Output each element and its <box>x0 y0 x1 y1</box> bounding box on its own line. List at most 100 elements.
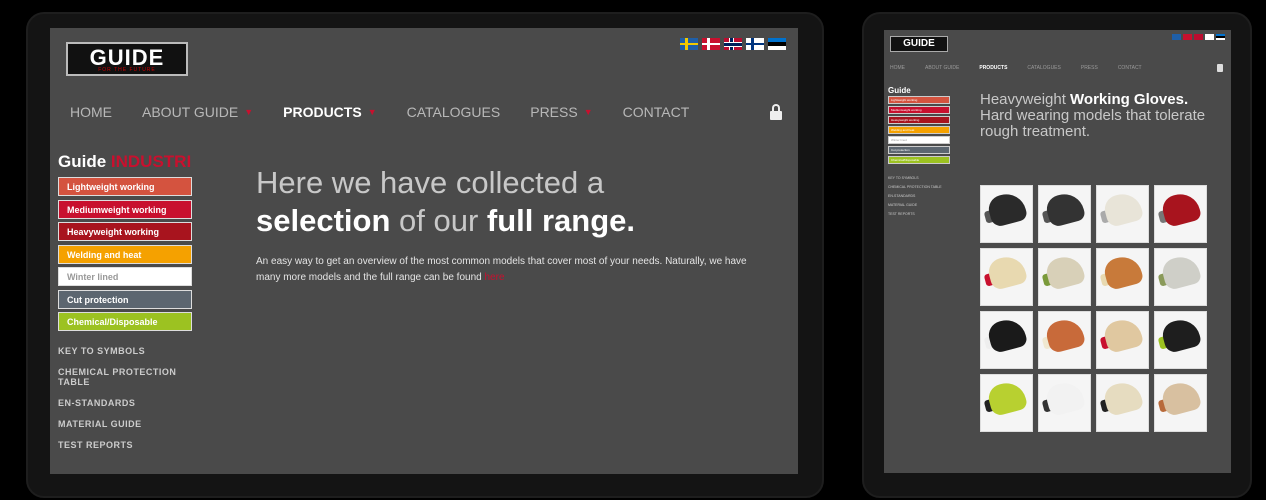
category-item[interactable]: Welding and heat <box>58 244 192 264</box>
language-flags <box>680 38 786 50</box>
glove-image <box>1101 315 1145 355</box>
glove-product-card[interactable] <box>1154 185 1207 243</box>
glove-image <box>1101 189 1145 229</box>
guide-logo[interactable]: GUIDE FOR THE FUTURE <box>66 42 188 76</box>
glove-product-card[interactable] <box>980 374 1033 432</box>
norway-flag-icon[interactable] <box>724 38 742 50</box>
glove-product-card[interactable] <box>1154 374 1207 432</box>
nav-about-guide[interactable]: ABOUT GUIDE ▼ <box>142 104 253 120</box>
glove-product-card[interactable] <box>1038 185 1091 243</box>
lock-icon[interactable] <box>770 104 782 120</box>
glove-image <box>985 189 1029 229</box>
glove-product-card[interactable] <box>1038 374 1091 432</box>
sidebar-link-small[interactable]: MATERIAL GUIDE <box>888 203 950 207</box>
estonia-flag-icon[interactable] <box>1216 34 1225 40</box>
glove-product-card[interactable] <box>1154 311 1207 369</box>
language-flags-small <box>1172 34 1225 40</box>
sidebar-title-small: Guide <box>888 86 911 95</box>
denmark-flag-icon[interactable] <box>1183 34 1192 40</box>
glove-image <box>1101 252 1145 292</box>
sidebar-link[interactable]: TEST REPORTS <box>58 440 198 450</box>
hero-line2: selection of our full range. <box>256 203 636 238</box>
hero-small: Heavyweight Working Gloves. Hard wearing … <box>980 92 1210 140</box>
left-screen: GUIDE FOR THE FUTURE HOME ABOUT GUIDE ▼ PRO… <box>50 28 798 474</box>
glove-image <box>985 252 1029 292</box>
glove-product-card[interactable] <box>1038 311 1091 369</box>
sidebar-link-small[interactable]: KEY TO SYMBOLS <box>888 176 950 180</box>
category-item[interactable]: Heavyweight working <box>58 222 192 241</box>
sidebar-link[interactable]: KEY TO SYMBOLS <box>58 346 198 356</box>
category-item-small[interactable]: Mediumweight working <box>888 106 950 114</box>
sidebar-link-small[interactable]: CHEMICAL PROTECTION TABLE <box>888 185 950 189</box>
lock-icon[interactable] <box>1217 64 1223 72</box>
glove-product-card[interactable] <box>1154 248 1207 306</box>
glove-product-card[interactable] <box>1096 374 1149 432</box>
glove-image <box>1159 378 1203 418</box>
category-item-small[interactable]: Chemical/Disposable <box>888 156 950 164</box>
sidebar-title: Guide INDUSTRI <box>58 152 192 171</box>
category-item[interactable]: Winter lined <box>58 267 192 286</box>
sidebar-link-small[interactable]: EN-STANDARDS <box>888 194 950 198</box>
chevron-down-icon: ▼ <box>583 107 593 117</box>
nav-item-small[interactable]: CATALOGUES <box>1027 65 1060 71</box>
category-item-small[interactable]: Heavyweight working <box>888 116 950 124</box>
category-item-small[interactable]: Lightweight working <box>888 96 950 104</box>
nav-products[interactable]: PRODUCTS ▼ <box>283 104 376 120</box>
category-item[interactable]: Lightweight working <box>58 177 192 196</box>
hero-paragraph: An easy way to get an overview of the mo… <box>256 256 747 283</box>
nav-home[interactable]: HOME <box>70 104 112 120</box>
glove-product-card[interactable] <box>980 248 1033 306</box>
nav-item-small[interactable]: CONTACT <box>1118 65 1142 71</box>
category-item-small[interactable]: Winter lined <box>888 136 950 144</box>
category-item[interactable]: Mediumweight working <box>58 199 192 219</box>
nav-catalogues[interactable]: CATALOGUES <box>407 104 501 120</box>
finland-flag-icon[interactable] <box>746 38 764 50</box>
hero-title-small: Heavyweight Working Gloves. Hard wearing … <box>980 91 1206 140</box>
glove-product-card[interactable] <box>980 311 1033 369</box>
denmark-flag-icon[interactable] <box>702 38 720 50</box>
category-item[interactable]: Chemical/Disposable <box>58 312 192 331</box>
nav-item-small[interactable]: PRESS <box>1081 65 1098 71</box>
sweden-flag-icon[interactable] <box>1172 34 1181 40</box>
category-item[interactable]: Cut protection <box>58 289 192 309</box>
glove-image <box>1159 252 1203 292</box>
glove-image <box>1043 315 1087 355</box>
full-range-link[interactable]: here <box>484 272 504 283</box>
glove-image <box>985 315 1029 355</box>
sidebar-link[interactable]: CHEMICAL PROTECTION TABLE <box>58 367 198 387</box>
category-item-small[interactable]: Cut protection <box>888 146 950 154</box>
nav-item-small[interactable]: PRODUCTS <box>979 65 1007 71</box>
glove-image <box>1159 315 1203 355</box>
nav-item-small[interactable]: ABOUT GUIDE <box>925 65 959 71</box>
main-nav: HOME ABOUT GUIDE ▼ PRODUCTS ▼ CATALOGUES PRESS… <box>70 104 719 120</box>
sweden-flag-icon[interactable] <box>680 38 698 50</box>
nav-contact[interactable]: CONTACT <box>623 104 690 120</box>
category-item-small[interactable]: Welding and heat <box>888 126 950 134</box>
glove-image <box>985 378 1029 418</box>
norway-flag-icon[interactable] <box>1194 34 1203 40</box>
main-nav-small: HOME ABOUT GUIDE PRODUCTS CATALOGUES PRESS CO… <box>890 65 1162 71</box>
hero-line1: Here we have collected a <box>256 165 605 200</box>
glove-product-card[interactable] <box>980 185 1033 243</box>
chevron-down-icon: ▼ <box>367 107 377 117</box>
sidebar-link-small[interactable]: TEST REPORTS <box>888 212 950 216</box>
sidebar-link[interactable]: EN-STANDARDS <box>58 398 198 408</box>
glove-image <box>1101 378 1145 418</box>
sidebar-link[interactable]: MATERIAL GUIDE <box>58 419 198 429</box>
glove-product-card[interactable] <box>1096 311 1149 369</box>
glove-product-card[interactable] <box>1096 248 1149 306</box>
glove-product-card[interactable] <box>1096 185 1149 243</box>
finland-flag-icon[interactable] <box>1205 34 1214 40</box>
sidebar-links: KEY TO SYMBOLS CHEMICAL PROTECTION TABLE E… <box>58 346 198 461</box>
glove-product-card[interactable] <box>1038 248 1091 306</box>
hero: Here we have collected a selection of ou… <box>256 164 776 286</box>
estonia-flag-icon[interactable] <box>768 38 786 50</box>
glove-image <box>1043 378 1087 418</box>
chevron-down-icon: ▼ <box>244 107 254 117</box>
category-list: Lightweight working Mediumweight working H… <box>58 177 192 335</box>
guide-logo-small[interactable]: GUIDE <box>890 36 948 52</box>
nav-item-small[interactable]: HOME <box>890 65 905 71</box>
right-screen: GUIDE HOME ABOUT GUIDE PRODUCTS CATALOGUES P… <box>884 30 1231 473</box>
nav-press[interactable]: PRESS ▼ <box>530 104 592 120</box>
glove-image <box>1043 189 1087 229</box>
